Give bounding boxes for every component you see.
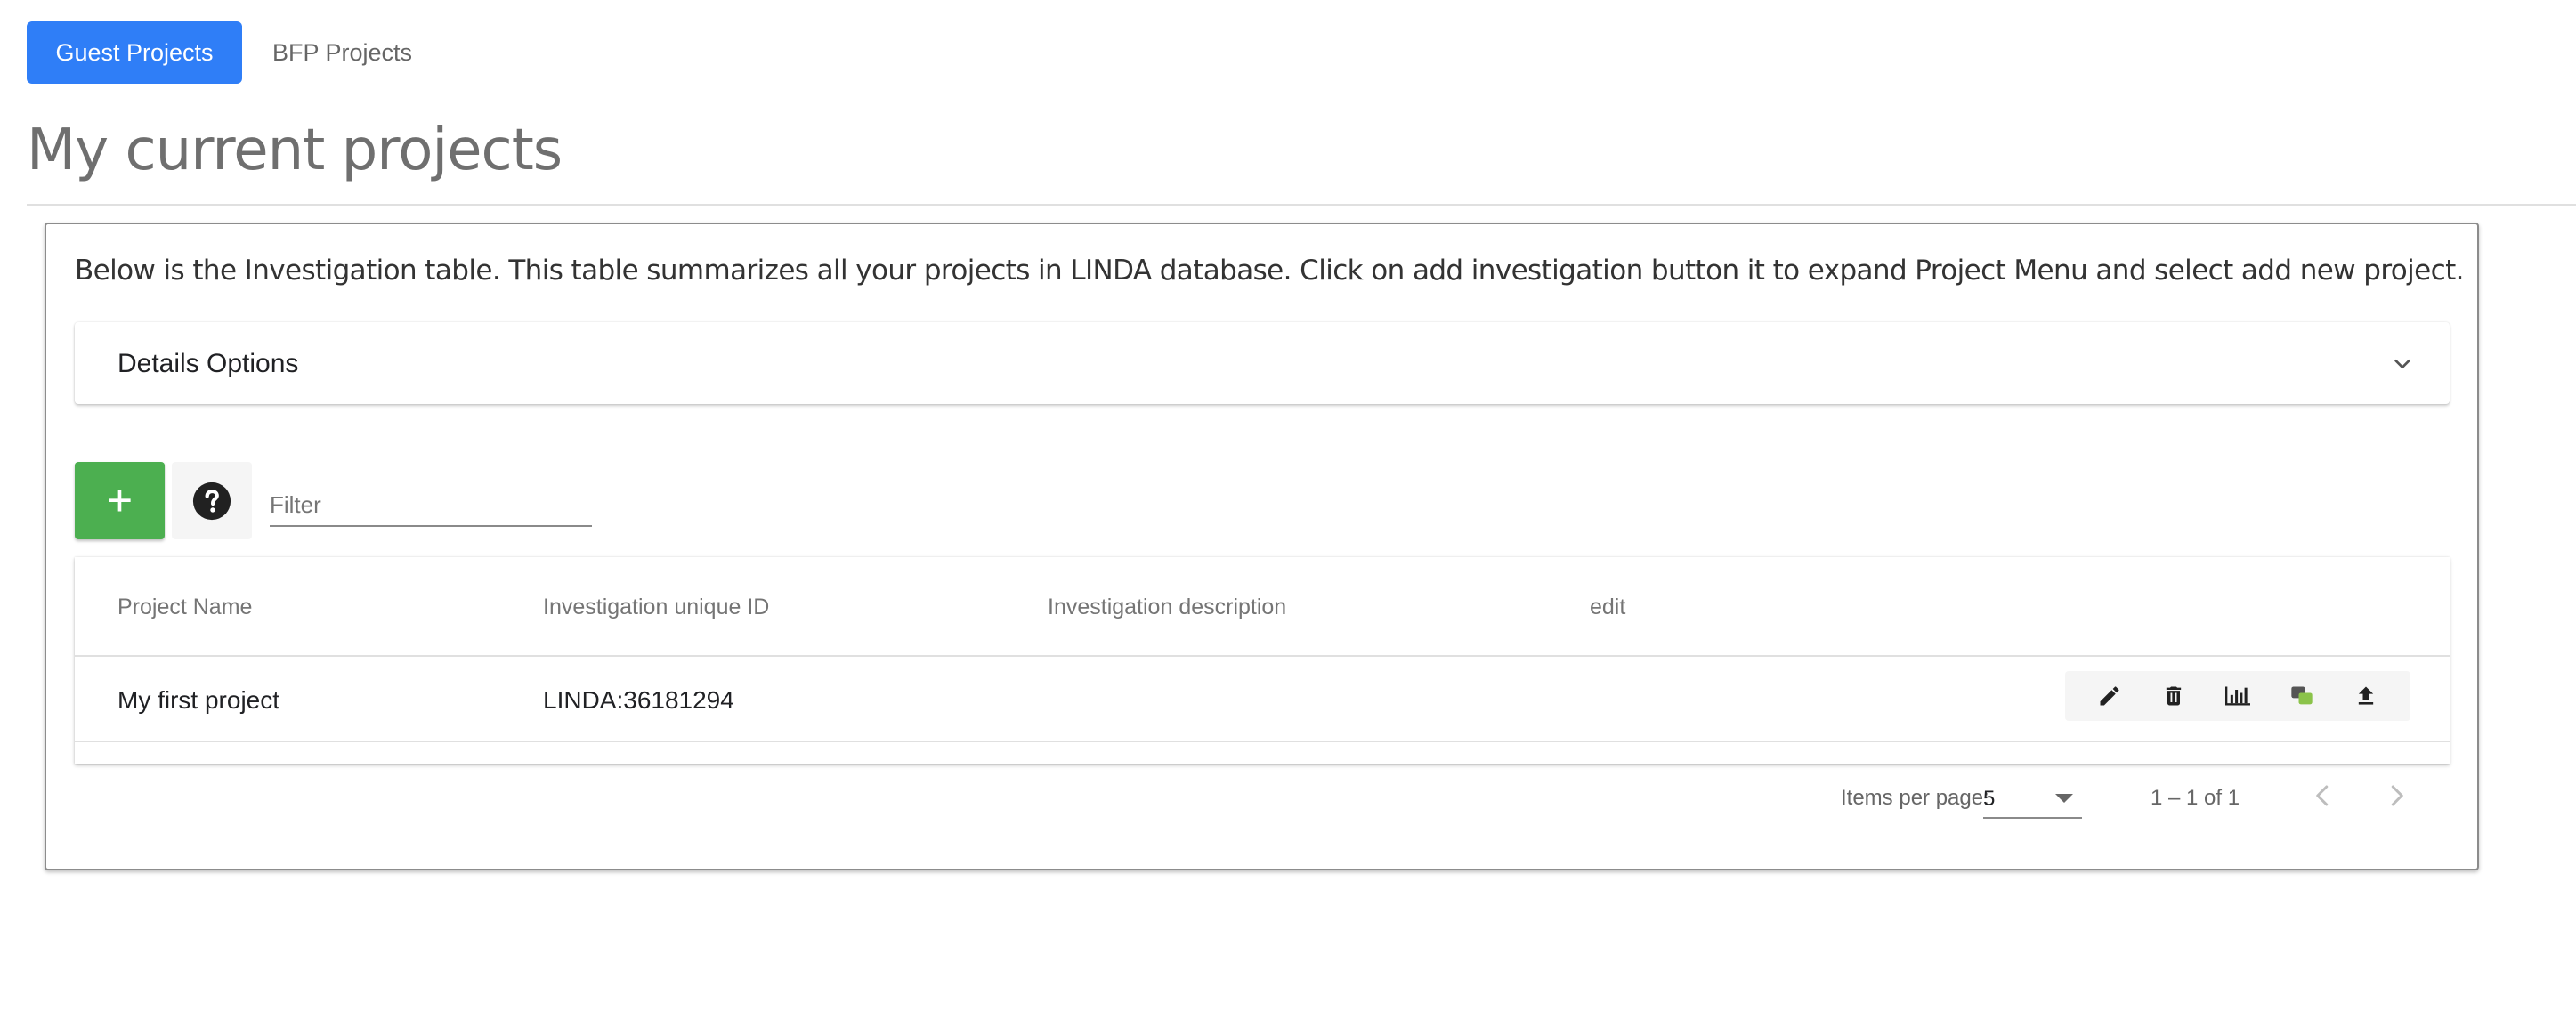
investigation-table: Project Name Investigation unique ID Inv… <box>75 557 2450 764</box>
intro-text: Below is the Investigation table. This t… <box>75 255 2465 287</box>
bar-chart-icon <box>2225 686 2250 706</box>
items-per-page-select[interactable]: 5 <box>1983 780 2082 819</box>
table-row[interactable]: My first project LINDA:36181294 <box>75 657 2450 742</box>
upload-button[interactable] <box>2341 671 2391 721</box>
share-bubbles-icon <box>2291 686 2313 705</box>
column-header-edit: edit <box>1590 595 1626 619</box>
edit-button[interactable] <box>2085 671 2135 721</box>
investigation-card: Below is the Investigation table. This t… <box>45 223 2479 870</box>
details-options-title: Details Options <box>117 349 299 378</box>
column-header-description[interactable]: Investigation description <box>1048 595 1286 620</box>
statistics-button[interactable] <box>2213 671 2263 721</box>
dropdown-arrow-icon <box>2055 794 2073 803</box>
chevron-left-icon <box>2316 785 2329 806</box>
project-tabs: Guest Projects BFP Projects <box>27 21 441 84</box>
title-divider <box>27 204 2576 206</box>
help-circle-icon <box>192 482 231 520</box>
cell-unique-id: LINDA:36181294 <box>543 686 734 714</box>
tab-bfp-projects[interactable]: BFP Projects <box>244 21 441 84</box>
table-header: Project Name Investigation unique ID Inv… <box>75 557 2450 657</box>
delete-trash-icon <box>2166 686 2182 706</box>
filter-field <box>270 484 592 527</box>
page-range-label: 1 – 1 of 1 <box>2151 786 2240 810</box>
chevron-right-icon <box>2391 785 2403 806</box>
column-header-project-name[interactable]: Project Name <box>117 595 252 620</box>
share-button[interactable] <box>2277 671 2327 721</box>
help-button[interactable] <box>172 462 252 539</box>
page-title: My current projects <box>27 117 563 183</box>
upload-icon <box>2358 686 2374 705</box>
chevron-down-icon <box>2394 359 2410 369</box>
items-per-page-value: 5 <box>1983 787 1996 811</box>
row-actions <box>2065 671 2410 721</box>
cell-project-name: My first project <box>117 686 280 714</box>
filter-input[interactable] <box>270 484 592 519</box>
add-investigation-button[interactable]: + <box>75 462 165 539</box>
edit-pencil-icon <box>2100 686 2119 706</box>
items-per-page-label: Items per page: <box>1841 786 1989 810</box>
details-options-panel[interactable]: Details Options <box>75 322 2450 404</box>
delete-button[interactable] <box>2149 671 2199 721</box>
paginator: Items per page: 5 1 – 1 of 1 <box>46 762 2481 833</box>
next-page-button[interactable] <box>2377 776 2416 815</box>
previous-page-button[interactable] <box>2304 776 2343 815</box>
tab-guest-projects[interactable]: Guest Projects <box>27 21 242 84</box>
column-header-unique-id[interactable]: Investigation unique ID <box>543 595 769 620</box>
